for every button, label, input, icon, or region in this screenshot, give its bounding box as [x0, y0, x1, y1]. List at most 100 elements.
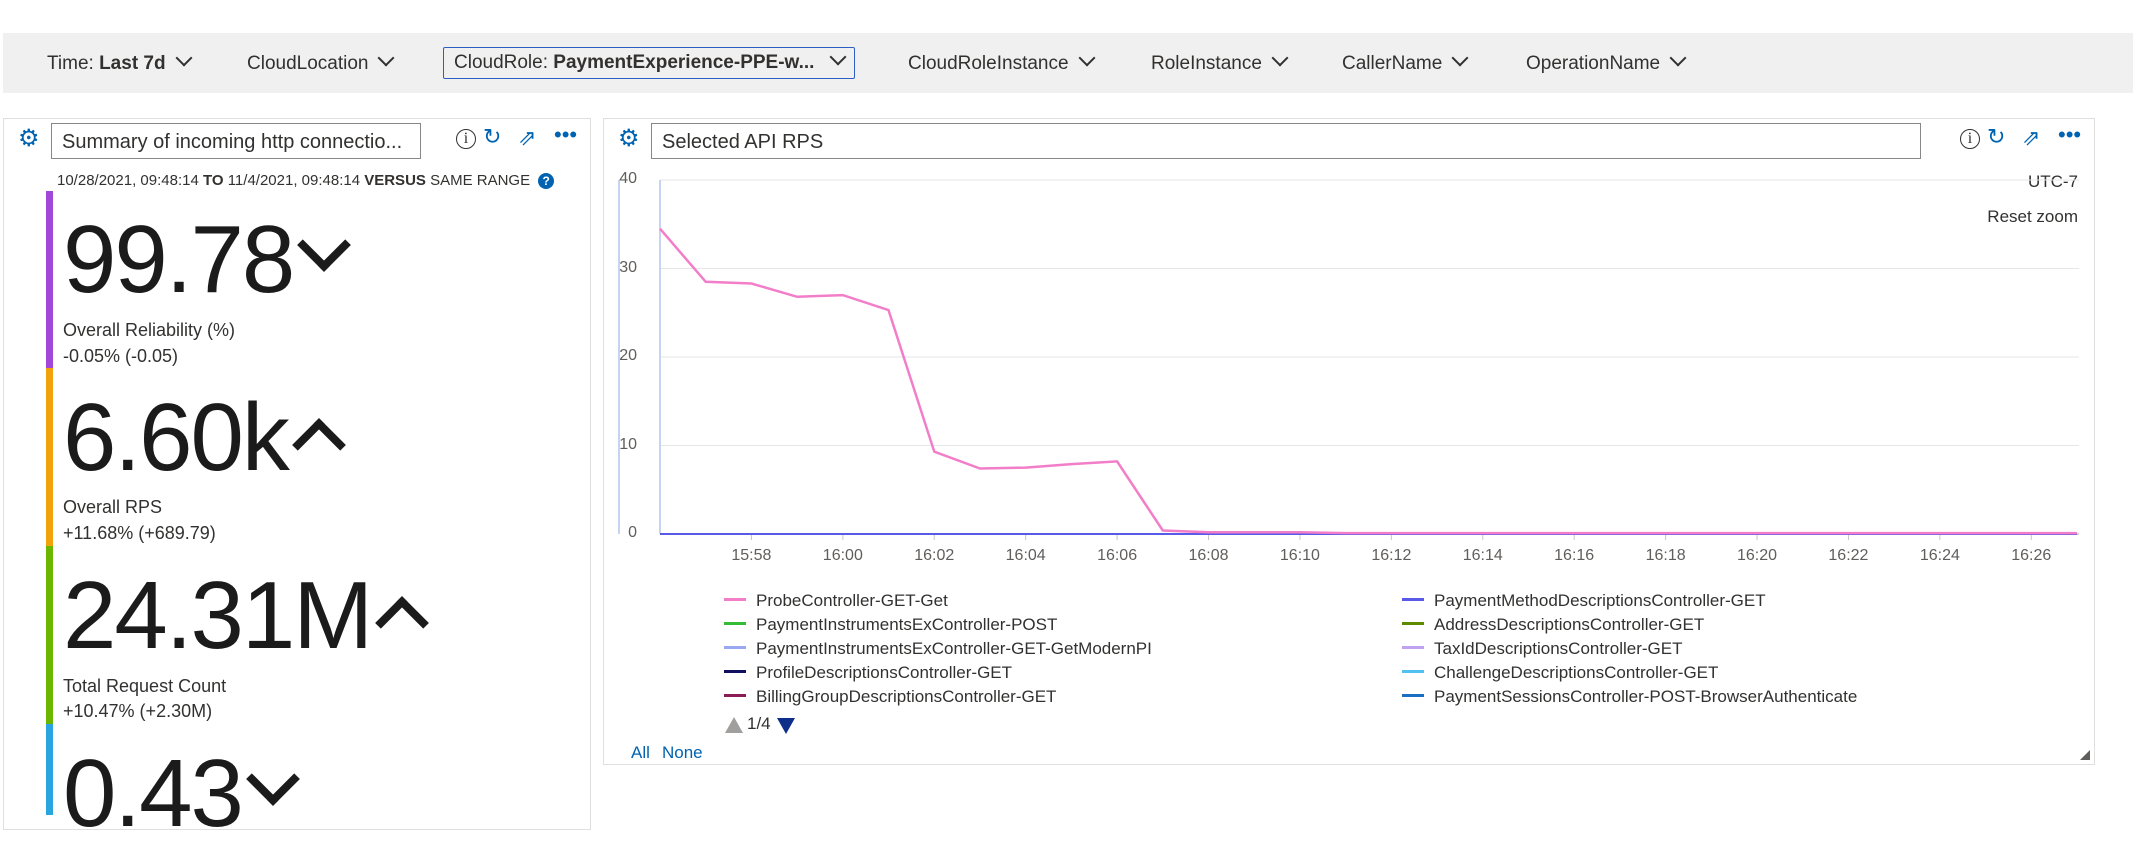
filter-bar: Time: Last 7d CloudLocation CloudRole: P…	[3, 33, 2133, 93]
metric-value-text: 6.60k	[63, 384, 290, 491]
legend-label: ProbeController-GET-Get	[756, 591, 948, 610]
legend-label: BillingGroupDescriptionsController-GET	[756, 687, 1057, 706]
legend-label: TaxIdDescriptionsController-GET	[1434, 639, 1683, 658]
info-icon[interactable]: i	[456, 129, 476, 149]
x-tick-label: 16:12	[1371, 547, 1412, 564]
metric-color-bar	[46, 368, 53, 546]
filter-cloud-role[interactable]: CloudRole: PaymentExperience-PPE-w...	[443, 47, 856, 79]
metric-delta: +11.68% (+689.79)	[63, 523, 216, 543]
legend-item[interactable]: PaymentInstrumentsExController-POST	[724, 615, 1057, 635]
x-tick-label: 16:02	[914, 547, 955, 564]
share-icon[interactable]: ⇗	[2022, 126, 2040, 150]
legend-label: PaymentInstrumentsExController-POST	[756, 615, 1058, 634]
x-tick-label: 15:58	[731, 547, 772, 564]
chevron-up-icon	[291, 418, 346, 472]
api-rps-title-field[interactable]: Selected API RPS	[651, 123, 1921, 159]
legend-label: PaymentMethodDescriptionsController-GET	[1434, 591, 1766, 610]
y-tick-label: 30	[619, 258, 637, 276]
legend-label: PaymentSessionsController-POST-BrowserAu…	[1434, 687, 1858, 706]
filter-caller-name-label: CallerName	[1342, 53, 1443, 74]
chevron-down-icon	[1271, 49, 1289, 67]
filter-cloud-role-instance[interactable]: CloudRoleInstance	[908, 49, 1096, 78]
x-tick-label: 16:14	[1462, 547, 1503, 564]
metric-value[interactable]: 99.78	[63, 212, 352, 308]
metric-value[interactable]: 6.60k	[63, 390, 346, 486]
x-tick-label: 16:04	[1005, 547, 1046, 564]
legend-item[interactable]: PaymentInstrumentsExController-GET-GetMo…	[724, 639, 1152, 659]
legend-item[interactable]: TaxIdDescriptionsController-GET	[1402, 639, 1682, 659]
filter-role-instance[interactable]: RoleInstance	[1151, 49, 1289, 78]
filter-time-prefix: Time:	[47, 53, 100, 74]
refresh-icon[interactable]: ↻	[483, 125, 501, 149]
x-tick-label: 16:24	[1919, 547, 1960, 564]
legend-swatch	[1402, 670, 1424, 674]
info-icon[interactable]: i	[1960, 129, 1980, 149]
legend-item[interactable]: PaymentMethodDescriptionsController-GET	[1402, 591, 1766, 611]
pager-down-icon[interactable]	[777, 718, 795, 734]
legend-item[interactable]: BillingGroupDescriptionsController-GET	[724, 687, 1056, 707]
legend-item[interactable]: ChallengeDescriptionsController-GET	[1402, 663, 1718, 683]
range-same: SAME RANGE	[430, 172, 531, 189]
metric-value-text: 0.43	[63, 740, 244, 847]
chevron-down-icon	[175, 49, 193, 67]
legend-label: ProfileDescriptionsController-GET	[756, 663, 1013, 682]
more-icon[interactable]: •••	[2058, 123, 2081, 147]
help-icon[interactable]: ?	[538, 173, 555, 189]
gear-icon[interactable]: ⚙	[18, 127, 40, 151]
filter-time[interactable]: Time: Last 7d	[47, 49, 193, 78]
chevron-down-icon	[1451, 49, 1469, 67]
y-tick-label: 0	[628, 524, 637, 541]
filter-cloud-location-label: CloudLocation	[247, 53, 369, 74]
y-tick-label: 20	[619, 347, 637, 364]
x-tick-label: 16:18	[1645, 547, 1686, 564]
x-tick-label: 16:20	[1737, 547, 1778, 564]
metric-value[interactable]: 0.43	[63, 746, 300, 842]
metric-label: Overall RPS	[63, 497, 163, 517]
chevron-down-icon	[829, 48, 847, 66]
chevron-up-icon	[375, 596, 430, 650]
pager-up-icon[interactable]	[725, 717, 743, 733]
select-all-link[interactable]: All	[631, 743, 650, 763]
range-to-word: TO	[202, 172, 224, 189]
filter-time-value: Last 7d	[99, 53, 166, 74]
refresh-icon[interactable]: ↻	[1987, 125, 2005, 149]
select-none-link[interactable]: None	[662, 743, 703, 763]
filter-cloud-role-value: PaymentExperience-PPE-w...	[553, 52, 815, 73]
chevron-down-icon	[297, 218, 352, 272]
range-to: 11/4/2021, 09:48:14	[227, 172, 361, 189]
share-icon[interactable]: ⇗	[518, 126, 536, 150]
summary-title-field[interactable]: Summary of incoming http connectio...	[51, 123, 421, 159]
legend-item[interactable]: ProfileDescriptionsController-GET	[724, 663, 1012, 683]
metric-delta: +10.47% (+2.30M)	[63, 701, 213, 721]
metric-label: Overall Reliability (%)	[63, 320, 236, 340]
legend-swatch	[1402, 646, 1424, 650]
y-tick-label: 40	[619, 170, 637, 187]
legend-item[interactable]: PaymentSessionsController-POST-BrowserAu…	[1402, 687, 1857, 707]
range-versus-word: VERSUS	[364, 172, 426, 189]
resize-handle[interactable]	[2080, 750, 2090, 760]
date-range: 10/28/2021, 09:48:14 TO 11/4/2021, 09:48…	[57, 172, 555, 189]
reset-zoom-button[interactable]: Reset zoom	[1987, 207, 2078, 227]
x-tick-label: 16:10	[1279, 547, 1320, 564]
chevron-down-icon	[1078, 49, 1096, 67]
gear-icon[interactable]: ⚙	[618, 127, 640, 151]
chevron-down-icon	[245, 752, 300, 806]
filter-cloud-location[interactable]: CloudLocation	[247, 49, 395, 78]
x-tick-label: 16:08	[1188, 547, 1229, 564]
metric-value[interactable]: 24.31M	[63, 568, 430, 664]
legend-swatch	[1402, 694, 1424, 698]
legend-label: PaymentInstrumentsExController-GET-GetMo…	[756, 639, 1152, 658]
chevron-down-icon	[377, 49, 395, 67]
metric-color-bar	[46, 724, 53, 815]
filter-operation-name[interactable]: OperationName	[1526, 49, 1687, 78]
filter-caller-name[interactable]: CallerName	[1342, 49, 1469, 78]
legend-item[interactable]: ProbeController-GET-Get	[724, 591, 948, 611]
more-icon[interactable]: •••	[554, 123, 577, 147]
metric-color-bar	[46, 191, 53, 368]
x-tick-label: 16:22	[1828, 547, 1869, 564]
legend-pager: 1/4	[747, 714, 771, 733]
timezone-label: UTC-7	[2027, 172, 2078, 191]
legend-item[interactable]: AddressDescriptionsController-GET	[1402, 615, 1704, 635]
filter-cloud-role-prefix: CloudRole:	[454, 52, 554, 73]
legend-swatch	[724, 694, 746, 698]
